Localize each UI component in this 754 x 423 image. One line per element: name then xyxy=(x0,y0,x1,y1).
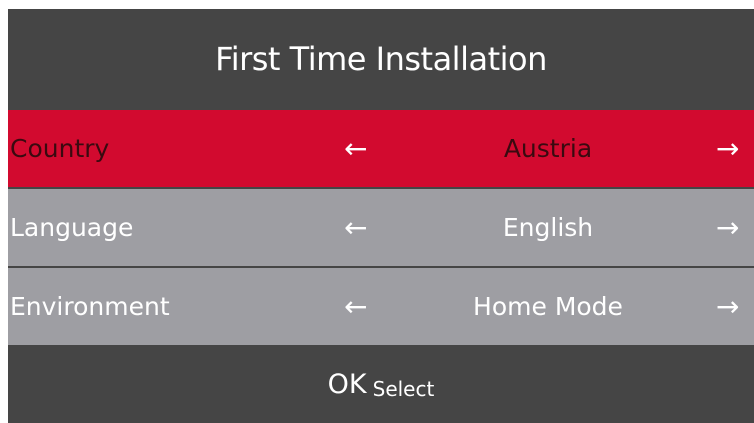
setting-value: Austria xyxy=(503,134,593,163)
ok-action-hint: Select xyxy=(372,376,435,401)
arrow-left-icon[interactable]: ← xyxy=(344,268,367,345)
setting-row-country[interactable]: Country ← Austria → xyxy=(8,110,754,187)
installation-dialog: First Time Installation Country ← Austri… xyxy=(8,9,754,423)
setting-row-language[interactable]: Language ← English → xyxy=(8,189,754,266)
dialog-title: First Time Installation xyxy=(215,40,547,78)
arrow-left-icon[interactable]: ← xyxy=(344,189,367,266)
setting-label: Environment xyxy=(10,292,170,321)
setting-value: Home Mode xyxy=(473,292,623,321)
ok-key-hint: OK xyxy=(327,369,367,400)
dialog-footer: OK Select xyxy=(8,346,754,423)
arrow-right-icon[interactable]: → xyxy=(716,268,739,345)
arrow-right-icon[interactable]: → xyxy=(716,189,739,266)
setting-label: Language xyxy=(10,213,134,242)
setting-value: English xyxy=(502,213,594,242)
setting-label: Country xyxy=(10,134,110,163)
arrow-left-icon[interactable]: ← xyxy=(344,110,367,187)
setting-row-environment[interactable]: Environment ← Home Mode → xyxy=(8,268,754,345)
dialog-header: First Time Installation xyxy=(8,9,754,109)
arrow-right-icon[interactable]: → xyxy=(716,110,739,187)
